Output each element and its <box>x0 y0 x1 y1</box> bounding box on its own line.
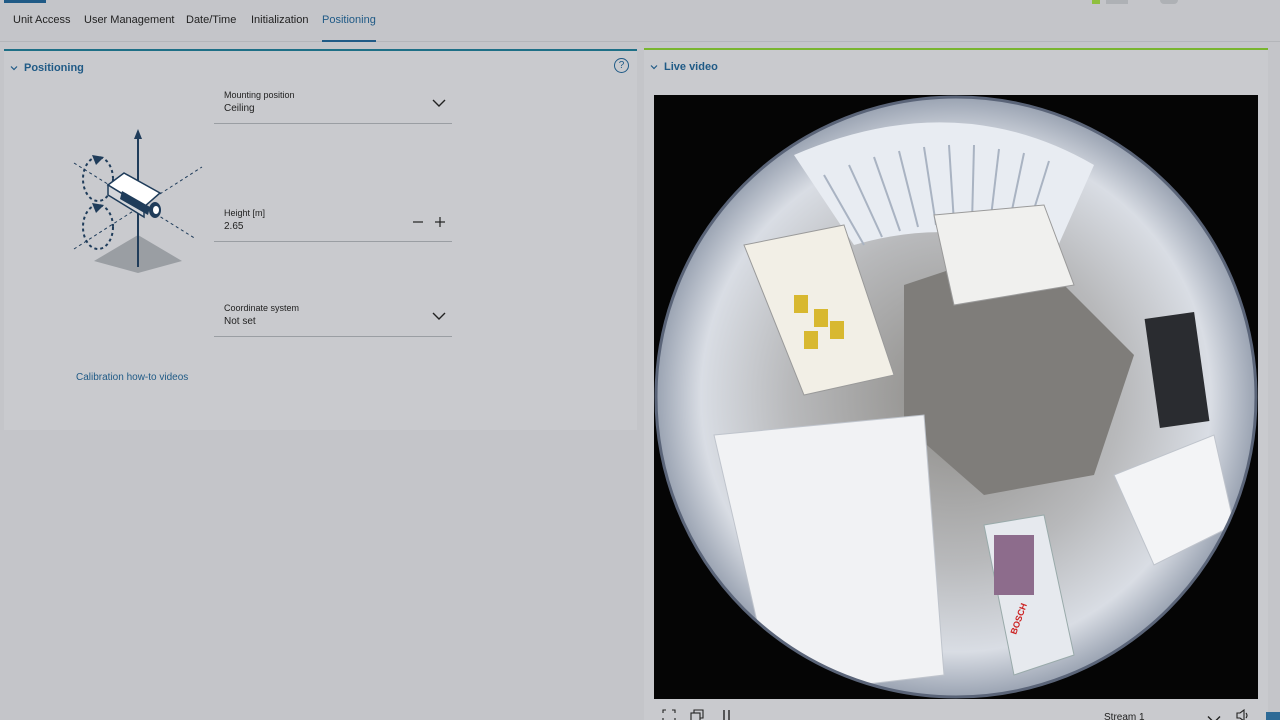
panel-title: Positioning <box>24 62 84 74</box>
fullscreen-icon[interactable] <box>662 709 676 720</box>
coordinate-system-select[interactable]: Coordinate system Not set <box>214 303 452 337</box>
speaker-icon[interactable] <box>1236 709 1250 720</box>
height-stepper[interactable]: Height [m] 2.65 <box>214 208 452 242</box>
mounting-position-label: Mounting position <box>224 90 295 100</box>
panel-title: Live video <box>664 61 718 73</box>
height-label: Height [m] <box>224 208 266 218</box>
tab-date-time[interactable]: Date/Time <box>186 14 236 42</box>
poster-image <box>994 535 1034 595</box>
live-video-view[interactable]: BOSCH <box>654 95 1258 699</box>
mounting-position-select[interactable]: Mounting position Ceiling <box>214 90 452 124</box>
live-video-panel-header[interactable]: Live video <box>650 61 718 73</box>
stream-select-value[interactable]: Stream 1 <box>1104 712 1145 720</box>
fisheye-video-frame: BOSCH <box>654 95 1258 699</box>
minus-icon[interactable] <box>412 216 424 228</box>
camera-lens-glass <box>153 206 159 214</box>
pause-icon[interactable] <box>720 709 734 720</box>
tab-positioning[interactable]: Positioning <box>322 14 376 42</box>
rotation-ring <box>82 204 114 250</box>
calibration-videos-link[interactable]: Calibration how-to videos <box>76 372 188 383</box>
camera-mounting-illustration-icon <box>73 129 203 273</box>
coordinate-system-value: Not set <box>224 316 256 327</box>
chevron-down-icon <box>10 66 18 71</box>
mounting-position-value: Ceiling <box>224 103 255 114</box>
chevron-down-icon[interactable] <box>432 311 446 321</box>
rotation-arrow <box>92 203 104 213</box>
status-indicator <box>1160 0 1178 4</box>
chevron-down-icon <box>650 65 658 70</box>
status-indicator <box>1092 0 1100 4</box>
chevron-down-icon[interactable] <box>432 98 446 108</box>
height-value[interactable]: 2.65 <box>224 221 243 232</box>
coordinate-system-label: Coordinate system <box>224 303 300 313</box>
tab-bar: Unit Access User Management Date/Time In… <box>0 6 1280 42</box>
top-accent-bar <box>4 0 46 3</box>
help-icon[interactable]: ? <box>614 58 629 73</box>
positioning-panel: Positioning ? Mounting position Ceiling … <box>4 49 637 430</box>
chevron-down-icon[interactable] <box>1207 713 1221 720</box>
rotation-arrow <box>92 155 104 165</box>
tab-user-management[interactable]: User Management <box>84 14 175 42</box>
plus-icon[interactable] <box>434 216 446 228</box>
tab-unit-access[interactable]: Unit Access <box>13 14 70 42</box>
tab-initialization[interactable]: Initialization <box>251 14 308 42</box>
snapshot-icon[interactable] <box>690 709 704 720</box>
live-video-panel: Live video BOSCH Stream 1 <box>644 48 1268 720</box>
axis-arrowhead <box>134 129 142 139</box>
floor-panel <box>713 414 945 696</box>
corner-indicator <box>1266 712 1280 720</box>
status-indicator <box>1106 0 1128 4</box>
positioning-panel-header[interactable]: Positioning <box>10 62 84 74</box>
